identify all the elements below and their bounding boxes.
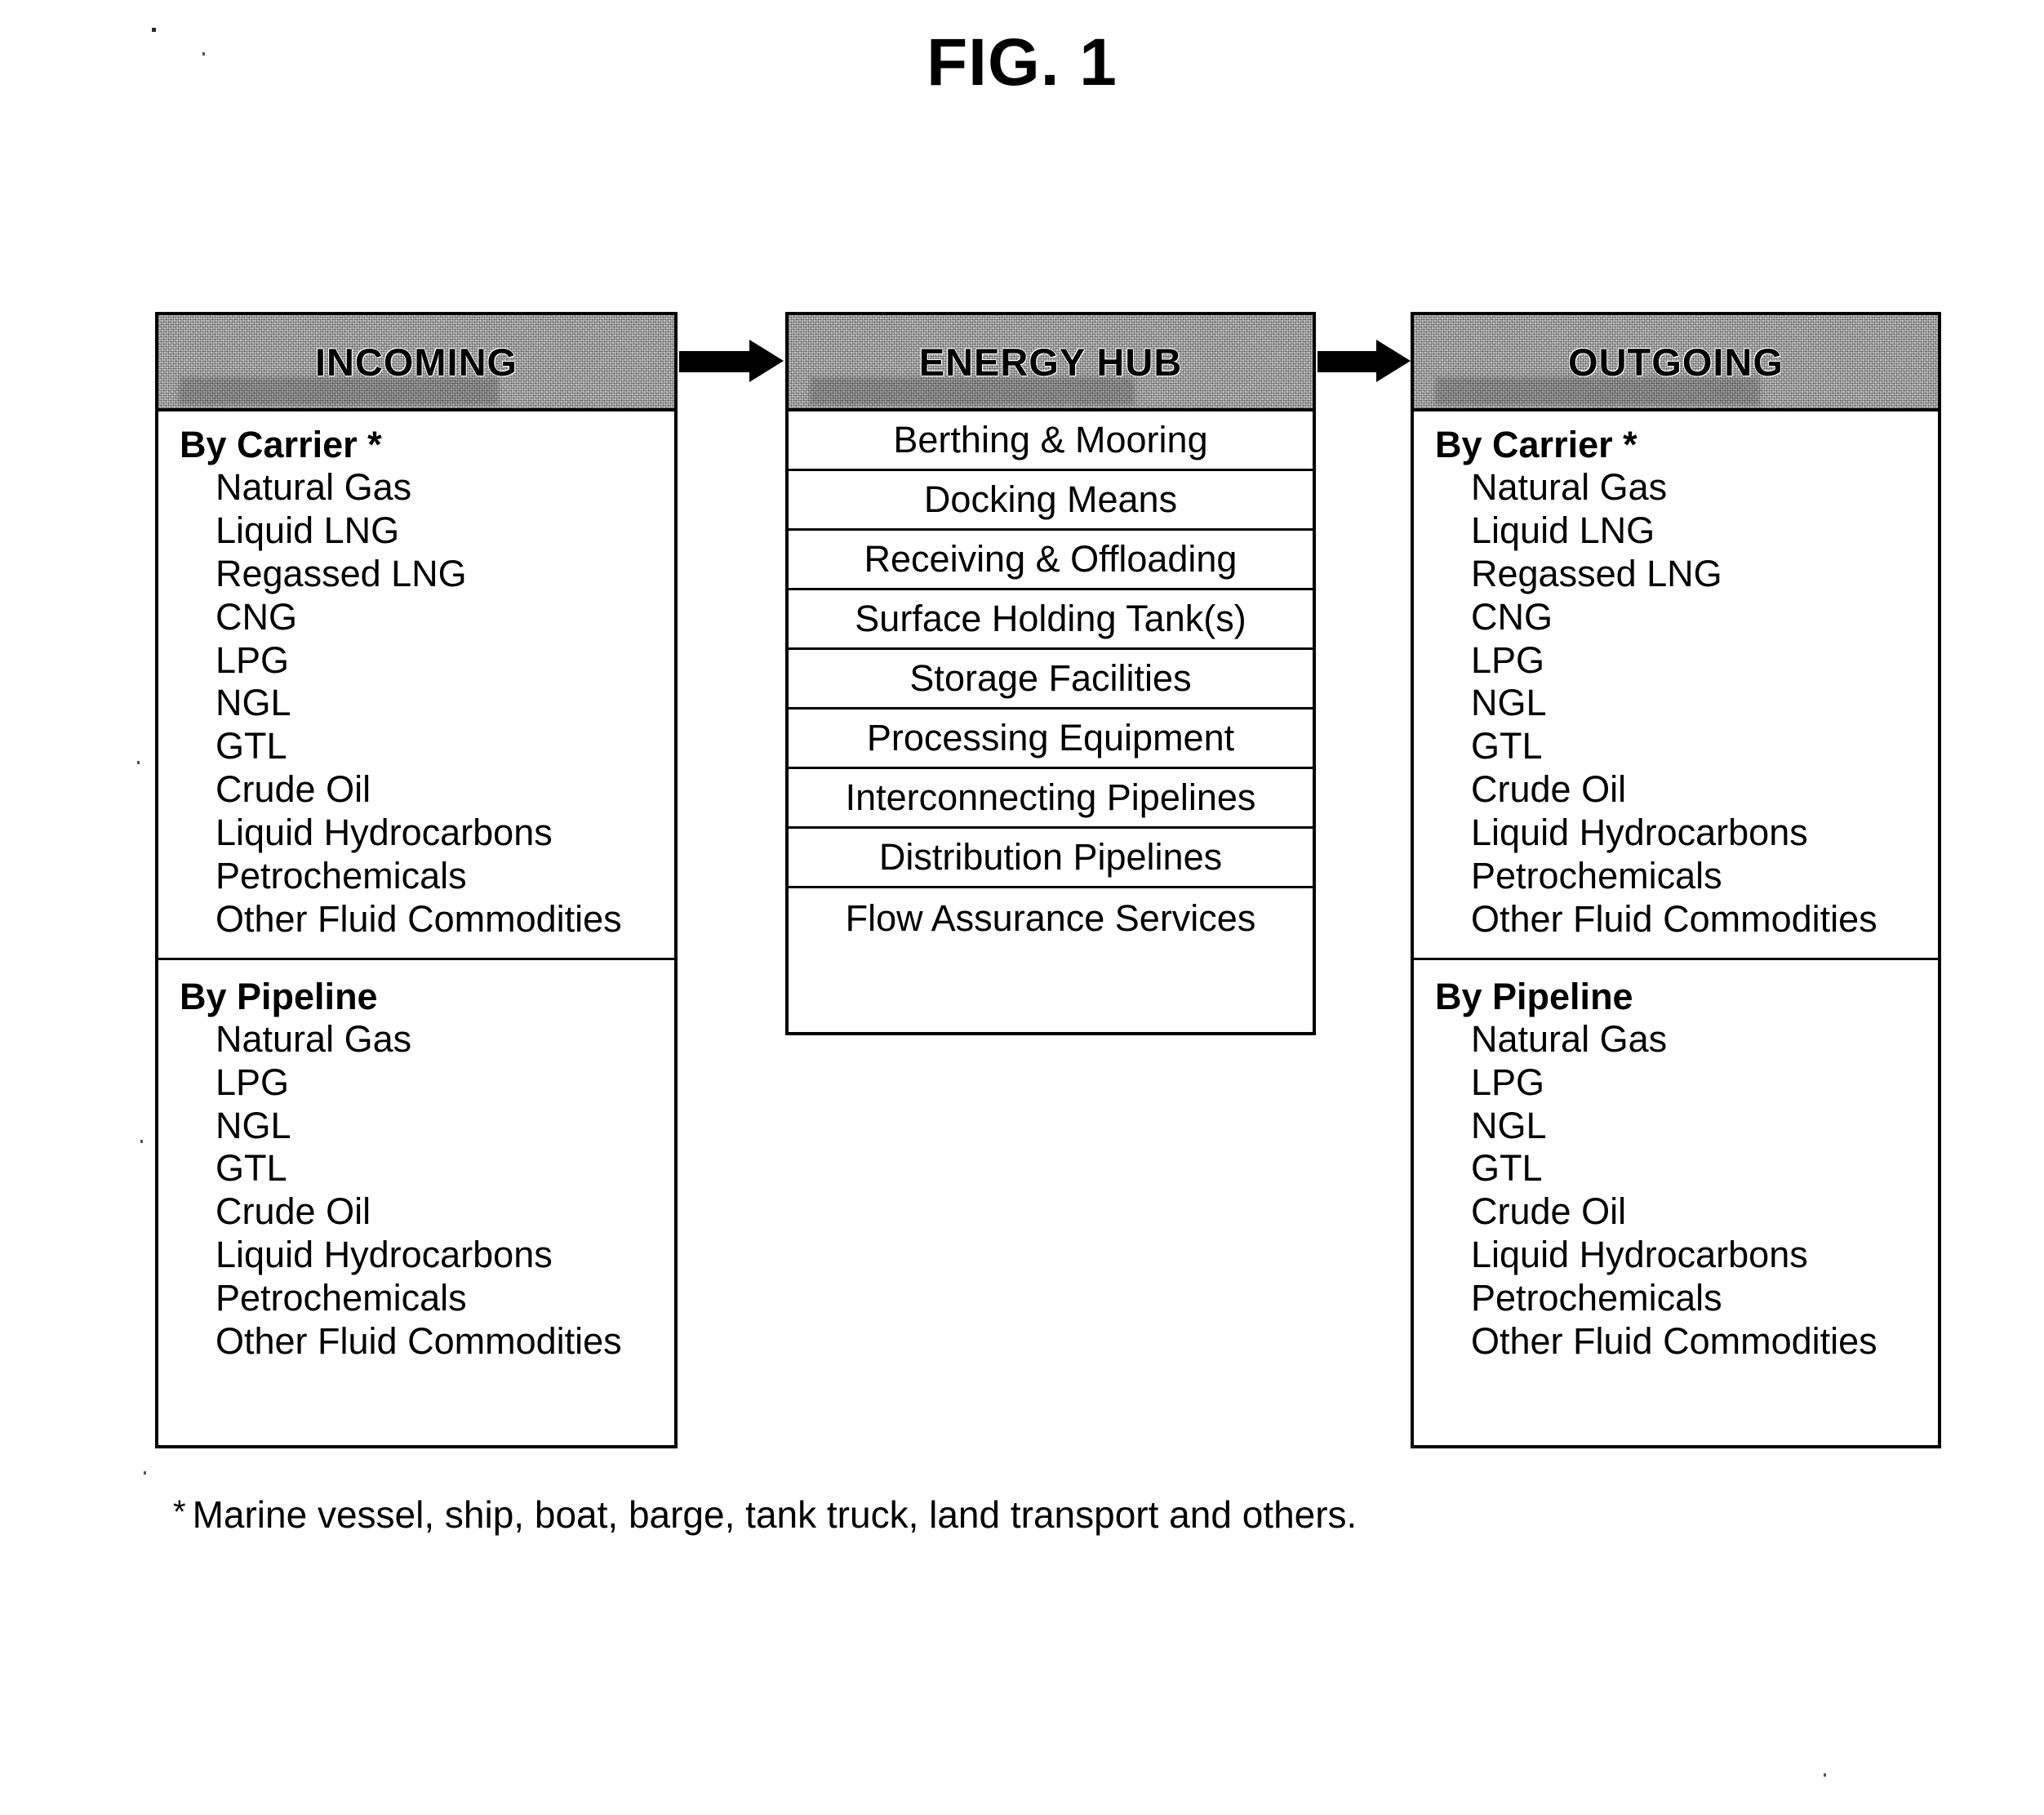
commodity-list-item: Natural Gas <box>1471 1017 1668 1060</box>
commodity-list-item: CNG <box>1471 595 1553 638</box>
scan-speck <box>202 52 205 56</box>
outgoing-header-label: OUTGOING <box>1568 340 1784 384</box>
energy-hub-header: ENERGY HUB <box>789 315 1313 411</box>
commodity-list-item: Crude Oil <box>216 1190 371 1233</box>
energy-hub-column: ENERGY HUB Berthing & Mooring Docking Mea… <box>785 312 1316 1035</box>
outgoing-by-carrier-group: By Carrier * Natural Gas Liquid LNG Regass… <box>1414 411 1938 958</box>
incoming-header: INCOMING <box>158 315 674 411</box>
outgoing-by-carrier-title: By Carrier * <box>1435 424 1637 465</box>
commodity-list-item: LPG <box>216 638 290 681</box>
commodity-list-item: Crude Oil <box>216 768 371 811</box>
commodity-list-item: Petrochemicals <box>216 1277 467 1319</box>
energy-hub-row: Flow Assurance Services <box>845 896 1256 939</box>
energy-hub-row: Interconnecting Pipelines <box>789 769 1313 829</box>
arrow-head <box>1376 340 1411 382</box>
outgoing-by-pipeline-list: Natural Gas LPG NGL GTL Crude Oil Liquid Hydr… <box>1414 1018 1938 1363</box>
commodity-list-item: GTL <box>1471 1147 1543 1190</box>
commodity-list-item: GTL <box>1471 725 1543 767</box>
commodity-list-item: Liquid Hydrocarbons <box>1471 1234 1808 1276</box>
commodity-list-item: Petrochemicals <box>216 854 467 896</box>
commodity-list-item: GTL <box>216 725 287 767</box>
scan-speck <box>152 28 156 32</box>
energy-hub-row: Receiving & Offloading <box>789 531 1313 590</box>
commodity-list-item: Liquid Hydrocarbons <box>216 1234 553 1276</box>
incoming-column: INCOMING By Carrier * Natural Gas Liquid … <box>155 312 678 1448</box>
commodity-list-item: Liquid LNG <box>1471 509 1655 551</box>
commodity-list-item: Petrochemicals <box>1471 1277 1722 1319</box>
commodity-list-item: Natural Gas <box>1471 466 1668 509</box>
energy-hub-row: Docking Means <box>789 471 1313 531</box>
incoming-by-pipeline-title: By Pipeline <box>180 975 378 1017</box>
energy-hub-row: Distribution Pipelines <box>789 829 1313 888</box>
energy-hub-header-label: ENERGY HUB <box>918 340 1183 384</box>
incoming-header-label: INCOMING <box>314 340 518 384</box>
commodity-list-item: Other Fluid Commodities <box>1471 897 1877 940</box>
incoming-by-carrier-title: By Carrier * <box>180 424 382 465</box>
commodity-list-item: Other Fluid Commodities <box>1471 1319 1877 1362</box>
commodity-list-item: Crude Oil <box>1471 1190 1627 1233</box>
outgoing-header: OUTGOING <box>1414 315 1938 411</box>
commodity-list-item: NGL <box>1471 682 1547 724</box>
commodity-list-item: NGL <box>1471 1104 1547 1146</box>
commodity-list-item: Other Fluid Commodities <box>216 1319 622 1362</box>
commodity-list-item: Regassed LNG <box>1471 552 1722 594</box>
commodity-list-item: Liquid Hydrocarbons <box>1471 812 1808 854</box>
arrow-head <box>749 340 784 382</box>
commodity-list-item: Other Fluid Commodities <box>216 897 622 940</box>
scan-speck <box>144 1471 146 1475</box>
outgoing-by-carrier-list: Natural Gas Liquid LNG Regassed LNG CNG LPG N… <box>1414 466 1938 941</box>
flow-arrow-incoming-to-hub-icon <box>679 340 784 382</box>
commodity-list-item: Crude Oil <box>1471 768 1627 811</box>
outgoing-by-pipeline-title: By Pipeline <box>1435 975 1633 1017</box>
footnote-asterisk: * <box>173 1494 186 1530</box>
energy-hub-row: Storage Facilities <box>789 650 1313 710</box>
figure-footnote: * Marine vessel, ship, boat, barge, tank … <box>173 1492 1357 1537</box>
outgoing-by-pipeline-group: By Pipeline Natural Gas LPG NGL GTL Crude Oi… <box>1414 960 1938 1372</box>
scan-speck <box>137 761 140 764</box>
commodity-list-item: GTL <box>216 1147 287 1190</box>
footnote-text: Marine vessel, ship, boat, barge, tank t… <box>192 1493 1357 1536</box>
commodity-list-item: Regassed LNG <box>216 552 467 594</box>
arrow-shaft <box>1317 351 1378 372</box>
commodity-list-item: Liquid LNG <box>216 509 400 551</box>
flow-arrow-hub-to-outgoing-icon <box>1317 340 1411 382</box>
incoming-by-pipeline-group: By Pipeline Natural Gas LPG NGL GTL Crude Oi… <box>158 960 674 1372</box>
energy-hub-row-list: Berthing & Mooring Docking Means Receiving… <box>789 411 1313 948</box>
commodity-list-item: LPG <box>216 1061 290 1103</box>
commodity-list-item: LPG <box>1471 638 1545 681</box>
commodity-list-item: Petrochemicals <box>1471 854 1722 896</box>
commodity-list-item: Natural Gas <box>216 1017 412 1060</box>
outgoing-column: OUTGOING By Carrier * Natural Gas Liquid … <box>1411 312 1941 1448</box>
incoming-by-carrier-list: Natural Gas Liquid LNG Regassed LNG CNG LPG N… <box>158 466 674 941</box>
scan-speck <box>1824 1773 1826 1777</box>
energy-hub-row: Processing Equipment <box>789 710 1313 769</box>
figure-title: FIG. 1 <box>926 25 1118 100</box>
arrow-shaft <box>679 351 751 372</box>
commodity-list-item: LPG <box>1471 1061 1545 1103</box>
energy-hub-row: Surface Holding Tank(s) <box>789 590 1313 650</box>
commodity-list-item: NGL <box>216 1104 291 1146</box>
energy-hub-row: Berthing & Mooring <box>789 411 1313 471</box>
commodity-list-item: Natural Gas <box>216 466 412 509</box>
commodity-list-item: NGL <box>216 682 291 724</box>
commodity-list-item: CNG <box>216 595 297 638</box>
scan-speck <box>140 1140 143 1143</box>
commodity-list-item: Liquid Hydrocarbons <box>216 812 553 854</box>
incoming-by-carrier-group: By Carrier * Natural Gas Liquid LNG Regass… <box>158 411 674 958</box>
incoming-by-pipeline-list: Natural Gas LPG NGL GTL Crude Oil Liquid Hydr… <box>158 1018 674 1363</box>
